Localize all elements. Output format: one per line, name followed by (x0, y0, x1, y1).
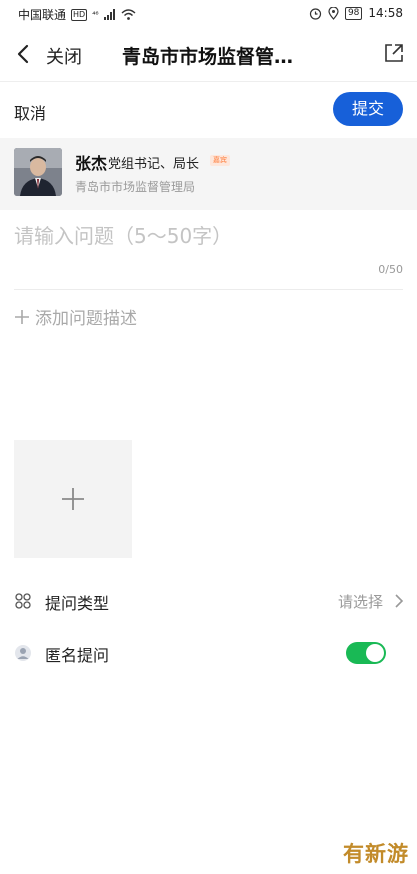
user-icon (15, 645, 31, 661)
carrier-label: 中国联通 (18, 8, 67, 22)
char-counter: 0/50 (378, 263, 403, 276)
toggle-knob (366, 644, 384, 662)
category-icon (15, 593, 31, 609)
add-description-button[interactable]: 添加问题描述 (13, 304, 137, 329)
signal-icon (103, 9, 115, 20)
location-icon (328, 6, 339, 20)
question-input[interactable] (14, 224, 374, 248)
watermark-logo: 有新游 (343, 842, 409, 866)
network-badge: ⁴⁶ (92, 9, 99, 19)
chevron-right-icon (395, 594, 404, 608)
share-external-icon[interactable] (383, 42, 405, 64)
anonymous-toggle[interactable] (346, 642, 386, 664)
guest-badge: 嘉宾 (210, 155, 230, 166)
anonymous-label: 匿名提问 (45, 646, 110, 665)
status-bar: 中国联通 HD ⁴⁶ 98 14:58 (0, 0, 417, 28)
battery-indicator: 98 (344, 6, 363, 20)
status-right: 98 14:58 (309, 6, 403, 20)
avatar (14, 148, 62, 196)
plus-icon (15, 309, 29, 324)
respondent-card: 张杰 党组书记、局长 嘉宾 青岛市市场监督管理局 (0, 138, 417, 210)
add-description-label: 添加问题描述 (35, 309, 137, 329)
alarm-icon (309, 7, 322, 20)
submit-button[interactable]: 提交 (333, 92, 403, 126)
anonymous-row: 匿名提问 (0, 628, 417, 678)
question-type-row[interactable]: 提问类型 请选择 (0, 576, 417, 626)
respondent-organization: 青岛市市场监督管理局 (75, 180, 196, 194)
page-title: 青岛市市场监督管理局 (122, 46, 302, 68)
clock: 14:58 (368, 6, 403, 20)
wifi-icon (121, 9, 136, 20)
respondent-name: 张杰 (75, 154, 108, 173)
question-type-value: 请选择 (337, 593, 383, 611)
status-left: 中国联通 HD ⁴⁶ (18, 6, 136, 23)
image-upload-tile[interactable] (14, 440, 132, 558)
cancel-button[interactable]: 取消 (14, 100, 46, 124)
divider (14, 289, 403, 290)
nav-bar: 关闭 青岛市市场监督管理局 (0, 28, 417, 82)
hd-badge: HD (71, 8, 88, 21)
back-arrow-icon[interactable] (12, 42, 36, 66)
question-type-label: 提问类型 (45, 594, 110, 613)
action-bar: 取消 提交 (0, 82, 417, 138)
add-image-icon (62, 488, 84, 510)
close-button[interactable]: 关闭 (46, 43, 82, 69)
respondent-role: 党组书记、局长 (108, 157, 200, 172)
person-photo (14, 148, 62, 196)
